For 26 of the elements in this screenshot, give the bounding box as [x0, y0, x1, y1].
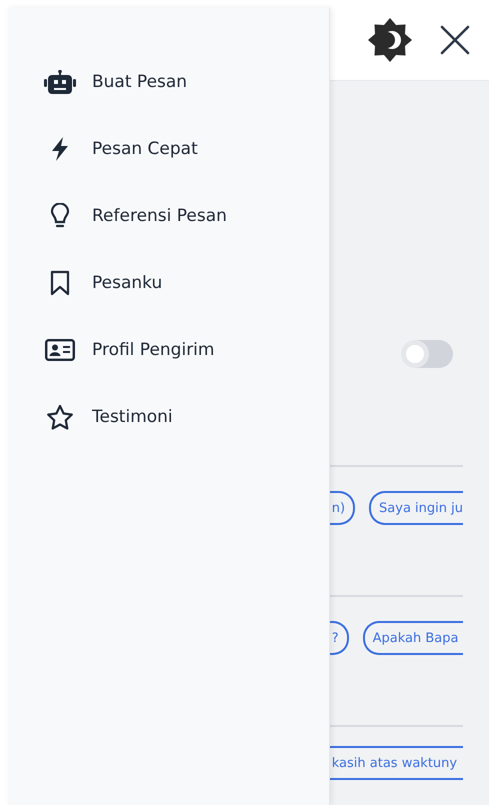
toggle-switch[interactable] [403, 340, 453, 368]
suggestion-chip[interactable]: Apakah Bapa [362, 621, 463, 655]
robot-icon [44, 70, 76, 94]
menu-item-label: Referensi Pesan [92, 206, 227, 226]
menu-item-label: Profil Pengirim [92, 340, 214, 360]
menu-item[interactable]: Testimoni [8, 399, 329, 435]
suggestion-chip[interactable]: kasih atas waktuny [330, 746, 463, 780]
lightbulb-icon [50, 203, 70, 229]
suggestion-chip[interactable]: n) [330, 491, 356, 525]
menu-item[interactable]: Referensi Pesan [8, 198, 329, 234]
bookmark-icon [50, 270, 70, 296]
lightning-icon [49, 137, 71, 161]
suggestion-chip[interactable]: Saya ingin ju [369, 491, 463, 525]
menu-item[interactable]: Pesan Cepat [8, 131, 329, 167]
menu-item-label: Pesanku [92, 273, 162, 293]
menu-item[interactable]: Profil Pengirim [8, 332, 329, 368]
star-icon [46, 404, 74, 430]
menu-item-label: Pesan Cepat [92, 139, 198, 159]
menu-item[interactable]: Buat Pesan [8, 64, 329, 100]
id-card-icon [45, 339, 75, 361]
suggestion-chip[interactable]: ? [330, 621, 349, 655]
close-button[interactable] [439, 24, 471, 56]
menu-item-label: Buat Pesan [92, 72, 188, 92]
menu-item-label: Testimoni [92, 407, 173, 427]
menu-item[interactable]: Pesanku [8, 265, 329, 301]
theme-toggle-button[interactable] [367, 17, 413, 63]
